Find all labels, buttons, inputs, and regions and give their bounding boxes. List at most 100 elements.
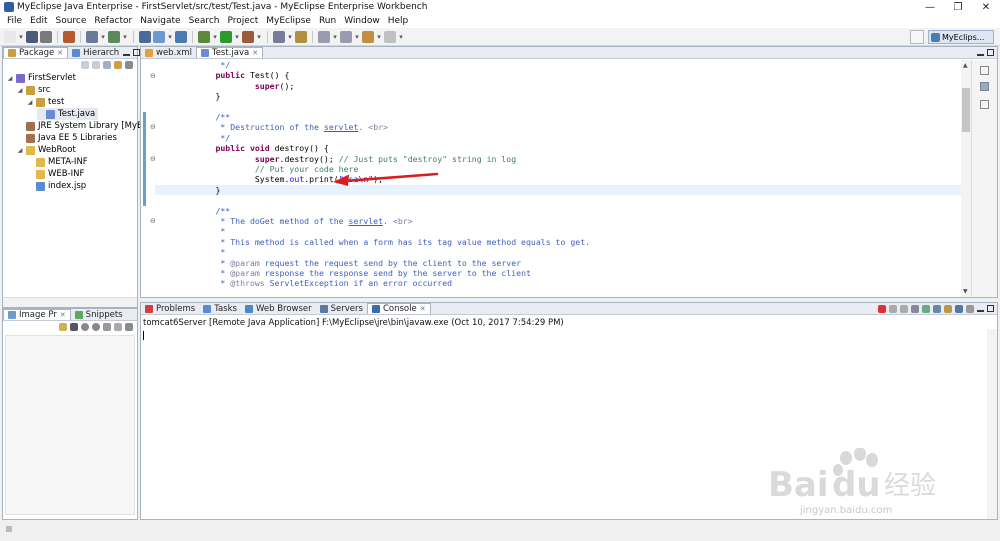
terminate-icon[interactable] <box>878 304 886 313</box>
fold-icon[interactable]: ⊖ <box>150 155 156 163</box>
close-icon[interactable]: ✕ <box>60 311 66 319</box>
forward-icon[interactable] <box>92 61 100 69</box>
fold-icon[interactable]: ⊖ <box>150 123 156 131</box>
save-icon[interactable] <box>70 323 78 331</box>
restore-icon[interactable] <box>980 82 989 91</box>
run-icon[interactable] <box>220 30 232 43</box>
menu-item-navigate[interactable]: Navigate <box>136 16 184 26</box>
tree-item[interactable]: ◢ WebRoot <box>17 144 76 156</box>
tree-item[interactable]: ◢ test <box>27 96 65 108</box>
minimize-view-icon[interactable] <box>977 53 984 56</box>
tab-web-xml[interactable]: web.xml <box>141 47 196 58</box>
new-icon[interactable] <box>4 30 16 43</box>
fold-icon[interactable]: ⊖ <box>150 72 156 80</box>
chevron-down-icon[interactable]: ▾ <box>256 33 262 41</box>
tree-item[interactable]: index.jsp <box>27 180 86 192</box>
menu-item-source[interactable]: Source <box>52 16 91 26</box>
tab-hierarchy[interactable]: Hierarch <box>68 47 123 58</box>
minimize-view-icon[interactable] <box>123 53 131 56</box>
view-menu-icon[interactable] <box>125 61 133 69</box>
code-editor[interactable]: */ public Test() { super(); } /** * Dest… <box>155 60 963 297</box>
display-console-icon[interactable] <box>955 304 963 313</box>
perspective-switcher[interactable]: MyEclips... <box>928 30 994 44</box>
scrollbar-thumb[interactable] <box>962 88 970 132</box>
expand-toggle-icon[interactable]: ◢ <box>17 147 23 154</box>
tab-problems[interactable]: Problems <box>141 303 199 314</box>
console-vertical-scrollbar[interactable] <box>987 329 997 519</box>
task-icon[interactable] <box>295 30 307 43</box>
search-icon[interactable] <box>273 30 285 43</box>
scroll-down-icon[interactable]: ▼ <box>963 288 968 295</box>
collapse-all-icon[interactable] <box>103 61 111 69</box>
web-icon[interactable] <box>175 30 187 43</box>
tab-package-explorer[interactable]: Package ✕ <box>3 47 69 58</box>
horizontal-scrollbar[interactable] <box>3 297 137 307</box>
chevron-down-icon[interactable]: ▾ <box>287 33 293 41</box>
new-class-icon[interactable] <box>153 30 165 43</box>
expand-toggle-icon[interactable]: ◢ <box>7 75 13 82</box>
chevron-down-icon[interactable]: ▾ <box>234 33 240 41</box>
menu-item-project[interactable]: Project <box>223 16 262 26</box>
fit-icon[interactable] <box>103 323 111 331</box>
expand-toggle-icon[interactable]: ◢ <box>27 99 33 106</box>
server-icon[interactable] <box>86 30 98 43</box>
chevron-down-icon[interactable]: ▾ <box>376 33 382 41</box>
chevron-down-icon[interactable]: ▾ <box>100 33 106 41</box>
chevron-down-icon[interactable]: ▾ <box>167 33 173 41</box>
menu-item-myeclipse[interactable]: MyEclipse <box>262 16 315 26</box>
open-perspective-button[interactable] <box>910 30 924 44</box>
word-wrap-icon[interactable] <box>933 304 941 313</box>
menu-item-window[interactable]: Window <box>340 16 384 26</box>
menu-item-edit[interactable]: Edit <box>26 16 51 26</box>
external-tools-icon[interactable] <box>242 30 254 43</box>
minimize-view-icon[interactable] <box>977 309 984 312</box>
menu-item-file[interactable]: File <box>3 16 26 26</box>
forward-icon[interactable] <box>384 30 396 43</box>
editor-vertical-scrollbar[interactable]: ▲ ▼ <box>961 60 971 297</box>
tree-item[interactable]: WEB-INF <box>27 168 84 180</box>
actual-size-icon[interactable] <box>114 323 122 331</box>
close-icon[interactable]: ✕ <box>420 305 426 313</box>
maximize-button[interactable]: ❐ <box>944 0 972 14</box>
chevron-down-icon[interactable]: ▾ <box>354 33 360 41</box>
next-annotation-icon[interactable] <box>318 30 330 43</box>
debug-icon[interactable] <box>198 30 210 43</box>
chevron-down-icon[interactable]: ▾ <box>122 33 128 41</box>
chevron-down-icon[interactable]: ▾ <box>398 33 404 41</box>
open-console-icon[interactable] <box>966 304 974 313</box>
build-icon[interactable] <box>63 30 75 43</box>
print-icon[interactable] <box>40 30 52 43</box>
chevron-down-icon[interactable]: ▾ <box>332 33 338 41</box>
back-icon[interactable] <box>81 61 89 69</box>
remove-all-icon[interactable] <box>900 304 908 313</box>
tab-console[interactable]: Console ✕ <box>366 303 431 314</box>
back-icon[interactable] <box>362 30 374 43</box>
close-icon[interactable]: ✕ <box>57 49 63 57</box>
menu-item-refactor[interactable]: Refactor <box>90 16 136 26</box>
minimize-button[interactable]: — <box>916 0 944 14</box>
tasks-list-icon[interactable] <box>980 100 989 109</box>
open-type-icon[interactable] <box>139 30 151 43</box>
fold-icon[interactable]: ⊖ <box>150 217 156 225</box>
chevron-down-icon[interactable]: ▾ <box>18 33 24 41</box>
view-menu-icon[interactable] <box>125 323 133 331</box>
close-icon[interactable]: ✕ <box>252 49 258 57</box>
tab-image-preview[interactable]: Image Pr ✕ <box>3 309 71 320</box>
tree-item[interactable]: ◢ src <box>17 84 51 96</box>
pin-console-icon[interactable] <box>944 304 952 313</box>
tab-test-java[interactable]: Test.java ✕ <box>195 47 264 58</box>
tree-item[interactable]: JRE System Library [MyEcli <box>17 120 152 132</box>
close-button[interactable]: ✕ <box>972 0 1000 14</box>
tab-tasks[interactable]: Tasks <box>199 303 241 314</box>
maximize-view-icon[interactable] <box>987 305 994 312</box>
save-icon[interactable] <box>26 30 38 43</box>
tab-servers[interactable]: Servers <box>316 303 367 314</box>
expand-toggle-icon[interactable]: ◢ <box>17 87 23 94</box>
remove-launch-icon[interactable] <box>889 304 897 313</box>
zoom-out-icon[interactable] <box>92 323 100 331</box>
menu-item-search[interactable]: Search <box>185 16 224 26</box>
tab-snippets[interactable]: Snippets <box>71 309 127 320</box>
tab-web-browser[interactable]: Web Browser <box>241 303 316 314</box>
pin-icon[interactable] <box>59 323 67 331</box>
tree-item[interactable]: ◢ FirstServlet <box>7 72 76 84</box>
